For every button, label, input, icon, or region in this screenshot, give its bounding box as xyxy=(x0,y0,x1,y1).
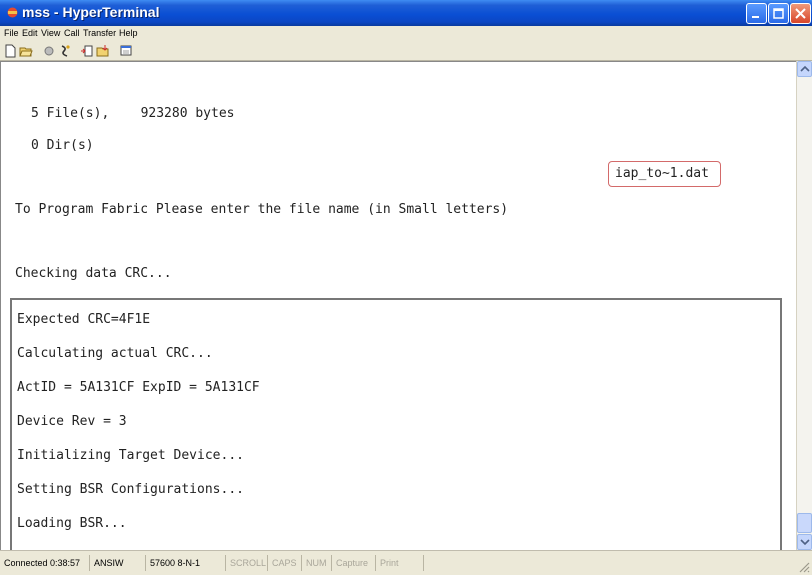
status-connected: Connected 0:38:57 xyxy=(0,555,90,571)
menu-view[interactable]: View xyxy=(41,28,60,38)
status-bar: Connected 0:38:57 ANSIW 57600 8-N-1 SCRO… xyxy=(0,550,812,575)
chevron-down-icon xyxy=(800,539,810,546)
terminal-line: 0 Dir(s) xyxy=(31,138,94,153)
typed-filename: iap_to~1.dat xyxy=(615,166,709,181)
chevron-up-icon xyxy=(800,65,810,72)
terminal-line: To Program Fabric Please enter the file … xyxy=(15,202,509,217)
menu-call[interactable]: Call xyxy=(64,28,80,38)
menu-file[interactable]: File xyxy=(4,28,19,38)
hyperterminal-window: mss - HyperTerminal File Edit View Call … xyxy=(0,0,812,575)
menu-help[interactable]: Help xyxy=(119,28,138,38)
terminal-line: Checking data CRC... xyxy=(15,266,172,281)
terminal-line: Initializing Target Device... xyxy=(17,448,244,463)
menu-edit[interactable]: Edit xyxy=(22,28,38,38)
status-print-echo: Print echo xyxy=(376,555,424,575)
status-port-settings: 57600 8-N-1 xyxy=(146,555,226,571)
send-icon[interactable] xyxy=(80,44,94,58)
vertical-scrollbar[interactable] xyxy=(796,61,812,550)
terminal-line: Expected CRC=4F1E xyxy=(17,312,151,327)
menu-bar: File Edit View Call Transfer Help xyxy=(0,26,812,42)
status-emulation: ANSIW xyxy=(90,555,146,571)
status-capture: Capture xyxy=(332,555,376,571)
properties-icon[interactable] xyxy=(119,44,133,58)
app-icon xyxy=(7,7,18,18)
terminal-line: 5 File(s), 923280 bytes xyxy=(31,106,235,121)
status-num: NUM xyxy=(302,555,332,571)
close-button[interactable] xyxy=(790,3,811,24)
terminal-line: Calculating actual CRC... xyxy=(17,346,213,361)
scroll-up-button[interactable] xyxy=(797,61,812,77)
minimize-icon xyxy=(752,16,759,18)
close-icon xyxy=(795,8,806,19)
title-bar[interactable]: mss - HyperTerminal xyxy=(0,0,812,26)
disconnect-icon[interactable] xyxy=(58,44,72,58)
open-icon[interactable] xyxy=(19,44,33,58)
new-icon[interactable] xyxy=(3,44,17,58)
terminal-line: Setting BSR Configurations... xyxy=(17,482,244,497)
scroll-down-button[interactable] xyxy=(797,534,812,550)
connect-icon[interactable] xyxy=(42,44,56,58)
status-caps: CAPS xyxy=(268,555,302,571)
resize-grip-icon[interactable] xyxy=(798,561,810,573)
receive-icon[interactable] xyxy=(96,44,110,58)
window-title: mss - HyperTerminal xyxy=(22,4,160,20)
minimize-button[interactable] xyxy=(746,3,767,24)
maximize-icon xyxy=(773,8,784,19)
scroll-thumb[interactable] xyxy=(797,513,812,533)
menu-transfer[interactable]: Transfer xyxy=(83,28,116,38)
terminal-line: Loading BSR... xyxy=(17,516,127,531)
maximize-button[interactable] xyxy=(768,3,789,24)
terminal-screen[interactable]: 5 File(s), 923280 bytes 0 Dir(s) To Prog… xyxy=(0,61,797,551)
status-scroll: SCROLL xyxy=(226,555,268,571)
terminal-line: ActID = 5A131CF ExpID = 5A131CF xyxy=(17,380,260,395)
toolbar xyxy=(0,42,812,61)
terminal-line: Device Rev = 3 xyxy=(17,414,127,429)
